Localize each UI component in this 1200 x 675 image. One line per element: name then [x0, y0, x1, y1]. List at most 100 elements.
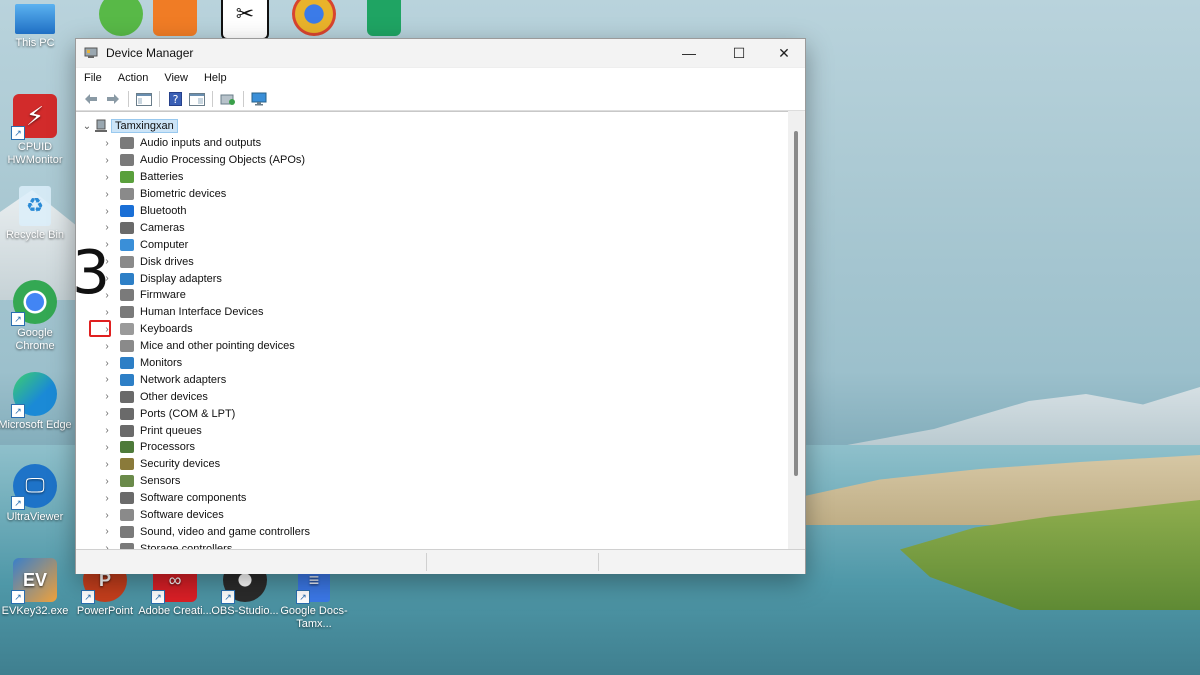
tree-item-ports-com-lpt[interactable]: › Ports (COM & LPT) — [100, 405, 310, 422]
desktop-icon-this-pc[interactable]: This PC — [0, 4, 73, 50]
ports-com-lpt-icon — [120, 407, 134, 420]
tree-root[interactable]: ⌄ Tamxingxan — [80, 118, 178, 134]
expand-chevron-icon[interactable]: › — [100, 138, 114, 149]
expand-chevron-icon[interactable]: › — [100, 189, 114, 200]
tree-item-sound-video-and-game-controllers[interactable]: › Sound, video and game controllers — [100, 523, 310, 540]
tree-item-mice-and-other-pointing-devices[interactable]: › Mice and other pointing devices — [100, 338, 310, 355]
expand-chevron-icon[interactable]: › — [100, 172, 114, 183]
human-interface-devices-icon — [120, 306, 134, 319]
tree-item-cameras[interactable]: › Cameras — [100, 219, 310, 236]
desktop-icon-label: Google Docs-Tamx... — [280, 605, 348, 630]
toolbar-separator — [159, 91, 160, 107]
expand-chevron-icon[interactable]: › — [100, 510, 114, 521]
expand-chevron-icon[interactable]: › — [100, 155, 114, 166]
tree-item-print-queues[interactable]: › Print queues — [100, 422, 310, 439]
tree-item-human-interface-devices[interactable]: › Human Interface Devices — [100, 304, 310, 321]
tree-item-disk-drives[interactable]: › Disk drives — [100, 253, 310, 270]
status-bar — [76, 549, 805, 574]
network-adapters-icon — [120, 373, 134, 386]
expand-chevron-icon[interactable]: › — [100, 222, 114, 233]
maximize-button[interactable]: ☐ — [716, 39, 762, 67]
tree-item-network-adapters[interactable]: › Network adapters — [100, 371, 310, 388]
tree-item-label: Display adapters — [140, 272, 222, 285]
expand-chevron-icon[interactable]: › — [100, 408, 114, 419]
tree-item-monitors[interactable]: › Monitors — [100, 355, 310, 372]
toolbar-separator — [212, 91, 213, 107]
minimize-button[interactable]: — — [666, 39, 712, 67]
hwmonitor-icon: ⚡ ↗ — [11, 94, 57, 140]
desktop-icon-microsoft-edge[interactable]: ↗ Microsoft Edge — [0, 372, 73, 432]
expand-chevron-icon[interactable]: › — [100, 476, 114, 487]
sensors-icon — [120, 475, 134, 488]
google-sheets-icon[interactable] — [346, 0, 422, 39]
expand-chevron-icon[interactable]: › — [100, 391, 114, 402]
tree-item-computer[interactable]: › Computer — [100, 236, 310, 253]
tree-item-security-devices[interactable]: › Security devices — [100, 456, 310, 473]
processors-icon — [120, 441, 134, 454]
expand-chevron-icon[interactable]: › — [100, 341, 114, 352]
tree-item-biometric-devices[interactable]: › Biometric devices — [100, 186, 310, 203]
collapse-chevron-icon[interactable]: ⌄ — [80, 121, 94, 132]
close-button[interactable]: ✕ — [761, 39, 807, 67]
mice-and-other-pointing-devices-icon — [120, 340, 134, 353]
desktop-icon-label: Recycle Bin — [5, 229, 65, 241]
audio-processing-objects-apos-icon — [120, 154, 134, 167]
desktop-icon-label: CPUID HWMonitor — [7, 141, 63, 166]
desktop-icon-google-chrome[interactable]: ↗ Google Chrome — [0, 280, 73, 353]
toolbar-separator — [128, 91, 129, 107]
tree-item-audio-processing-objects-apos[interactable]: › Audio Processing Objects (APOs) — [100, 152, 310, 169]
expand-chevron-icon[interactable]: › — [100, 526, 114, 537]
tree-item-bluetooth[interactable]: › Bluetooth — [100, 203, 310, 220]
expand-chevron-icon[interactable]: › — [100, 206, 114, 217]
recycle-bin-icon: ♻ — [19, 186, 51, 226]
tree-item-keyboards[interactable]: › Keyboards — [89, 319, 310, 338]
tree-item-firmware[interactable]: › Firmware — [100, 287, 310, 304]
tree-item-label: Software devices — [140, 509, 224, 522]
menu-file[interactable]: File — [76, 72, 110, 84]
chrome-canary-icon[interactable] — [276, 0, 352, 39]
expand-chevron-icon[interactable]: › — [100, 307, 114, 318]
desktop-icon-cpuid-hwmonitor[interactable]: ⚡ ↗ CPUID HWMonitor — [0, 94, 73, 167]
background-mountain — [820, 387, 1200, 450]
tree-item-sensors[interactable]: › Sensors — [100, 473, 310, 490]
menu-help[interactable]: Help — [196, 72, 235, 84]
tree-item-software-devices[interactable]: › Software devices — [100, 507, 310, 524]
foxit-icon[interactable] — [137, 0, 213, 39]
highlight-box — [89, 319, 111, 337]
scan-hardware-changes-icon[interactable] — [250, 91, 268, 107]
tree-item-label: Disk drives — [140, 255, 194, 268]
tree-item-other-devices[interactable]: › Other devices — [100, 388, 310, 405]
expand-chevron-icon[interactable]: › — [100, 358, 114, 369]
desktop-icon-ultraviewer[interactable]: 🖵 ↗ UltraViewer — [0, 464, 73, 524]
tree-item-audio-inputs-and-outputs[interactable]: › Audio inputs and outputs — [100, 135, 310, 152]
toolbar-separator — [243, 91, 244, 107]
step-number-annotation: 3 — [72, 238, 111, 308]
capcut-icon[interactable]: ✂ — [207, 0, 283, 43]
tree-item-label: Firmware — [140, 289, 186, 302]
expand-chevron-icon[interactable]: › — [100, 493, 114, 504]
title-bar[interactable]: Device Manager — ☐ ✕ — [76, 39, 805, 67]
tree-item-batteries[interactable]: › Batteries — [100, 169, 310, 186]
expand-chevron-icon[interactable]: › — [100, 459, 114, 470]
tree-item-label: Mice and other pointing devices — [140, 340, 295, 353]
expand-chevron-icon[interactable]: › — [100, 425, 114, 436]
menu-view[interactable]: View — [156, 72, 196, 84]
back-arrow-icon[interactable] — [82, 91, 100, 107]
expand-chevron-icon[interactable]: › — [100, 442, 114, 453]
forward-arrow-icon[interactable] — [104, 91, 122, 107]
tree-item-processors[interactable]: › Processors — [100, 439, 310, 456]
help-icon[interactable]: ? — [166, 91, 184, 107]
tree-item-display-adapters[interactable]: › Display adapters — [100, 270, 310, 287]
scrollbar-thumb[interactable] — [794, 131, 798, 476]
menu-action[interactable]: Action — [110, 72, 157, 84]
desktop-icon-recycle-bin[interactable]: ♻ Recycle Bin — [0, 186, 73, 242]
update-driver-icon[interactable] — [219, 91, 237, 107]
tree-item-software-components[interactable]: › Software components — [100, 490, 310, 507]
vertical-scrollbar[interactable] — [788, 111, 804, 549]
computer-icon — [120, 238, 134, 251]
desktop-icon-label: PowerPoint — [76, 605, 134, 617]
expand-chevron-icon[interactable]: › — [100, 374, 114, 385]
show-hide-console-tree-icon[interactable] — [135, 91, 153, 107]
desktop-icon-evkey32[interactable]: EV ↗ EVKey32.exe — [0, 558, 73, 618]
properties-icon[interactable] — [188, 91, 206, 107]
